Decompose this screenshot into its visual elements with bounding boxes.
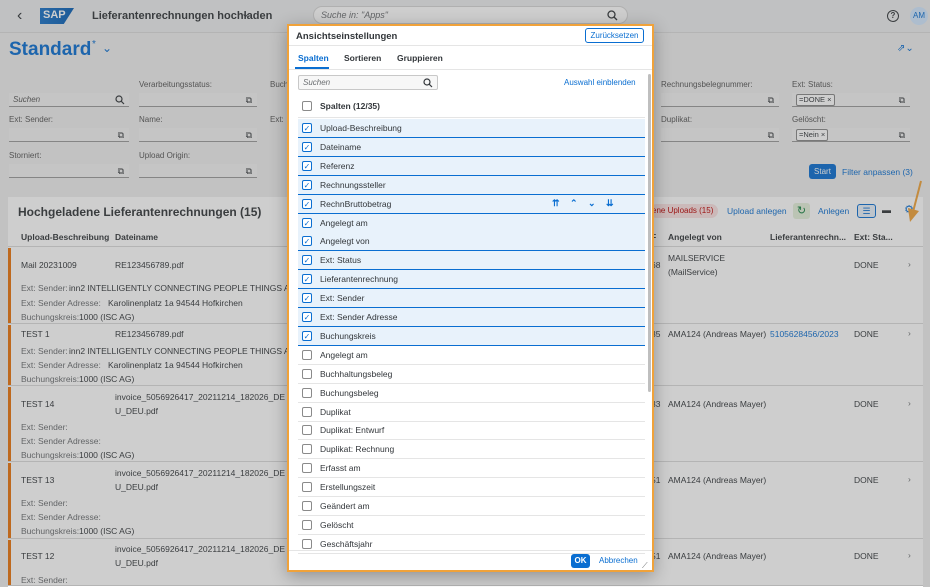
view-settings-dialog: Ansichtseinstellungen Zurücksetzen Spalt…: [287, 24, 654, 572]
dialog-search-input[interactable]: Suchen: [298, 75, 438, 90]
column-option-row[interactable]: Duplikat: Entwurf: [298, 421, 645, 441]
move-to-top-icon[interactable]: ⇈: [552, 198, 560, 209]
reset-label: Zurücksetzen: [590, 31, 639, 40]
column-option-checkbox[interactable]: [302, 501, 312, 511]
cancel-button[interactable]: Abbrechen: [599, 556, 638, 565]
column-option-checkbox[interactable]: ✓: [302, 198, 312, 209]
column-option-label: Angelegt am: [320, 217, 368, 228]
tab-spalten-underline: [295, 67, 329, 69]
tab-gruppieren[interactable]: Gruppieren: [397, 53, 443, 63]
column-option-checkbox[interactable]: ✓: [302, 293, 312, 304]
column-option-checkbox[interactable]: ✓: [302, 312, 312, 322]
ok-button[interactable]: OK: [571, 554, 590, 568]
column-option-label: Angelegt am: [320, 349, 368, 360]
column-option-label: Duplikat: Rechnung: [320, 444, 395, 455]
column-option-checkbox[interactable]: ✓: [302, 160, 312, 171]
column-option-row[interactable]: Duplikat: Rechnung: [298, 440, 645, 460]
column-option-checkbox[interactable]: [302, 482, 312, 493]
column-option-checkbox[interactable]: [302, 538, 312, 549]
column-option-checkbox[interactable]: [302, 425, 312, 436]
column-option-checkbox[interactable]: ✓: [302, 255, 312, 266]
column-option-label: RechnBruttobetrag: [320, 198, 392, 209]
column-option-row[interactable]: ✓ Angelegt von: [298, 232, 645, 252]
column-option-checkbox[interactable]: [302, 444, 312, 455]
column-option-row[interactable]: Buchungsbeleg: [298, 384, 645, 403]
move-up-icon[interactable]: ⌃: [570, 198, 578, 209]
select-all-checkbox[interactable]: [302, 101, 312, 111]
column-option-label: Angelegt von: [320, 236, 370, 247]
column-option-checkbox[interactable]: [302, 387, 312, 398]
column-option-row[interactable]: ✓ Rechnungssteller: [298, 175, 645, 195]
column-option-checkbox[interactable]: [302, 406, 312, 417]
column-option-checkbox[interactable]: [302, 368, 312, 379]
show-selected-button[interactable]: Auswahl einblenden: [564, 78, 636, 87]
dialog-header: Ansichtseinstellungen Zurücksetzen: [289, 26, 652, 46]
column-option-label: Geändert am: [320, 501, 370, 511]
dialog-search-placeholder: Suchen: [303, 78, 331, 87]
select-all-label: Spalten (12/35): [320, 101, 380, 111]
column-option-row[interactable]: Duplikat: [298, 403, 645, 422]
column-option-row[interactable]: Buchhaltungsbeleg: [298, 365, 645, 384]
column-option-checkbox[interactable]: [302, 349, 312, 360]
column-option-checkbox[interactable]: ✓: [302, 274, 312, 285]
column-option-checkbox[interactable]: ✓: [302, 236, 312, 247]
column-option-row[interactable]: Erstellungszeit: [298, 478, 645, 498]
column-option-label: Upload-Beschreibung: [320, 123, 402, 133]
column-option-row[interactable]: ✓ Ext: Sender Adresse: [298, 308, 645, 327]
dialog-scrollbar[interactable]: [648, 74, 651, 392]
column-option-row[interactable]: ✓ Angelegt am: [298, 213, 645, 233]
column-option-row[interactable]: Erfasst am: [298, 459, 645, 479]
select-all-row[interactable]: Spalten (12/35): [298, 97, 645, 118]
column-option-checkbox[interactable]: ✓: [302, 330, 312, 341]
tab-sortieren[interactable]: Sortieren: [344, 53, 381, 63]
column-option-row[interactable]: Gelöscht: [298, 516, 645, 535]
column-option-label: Gelöscht: [320, 519, 354, 530]
column-option-label: Buchhaltungsbeleg: [320, 368, 393, 379]
tab-spalten[interactable]: Spalten: [298, 53, 329, 63]
column-option-row[interactable]: ✓ Upload-Beschreibung: [298, 119, 645, 138]
column-option-row[interactable]: Geändert am: [298, 497, 645, 516]
column-option-label: Lieferantenrechnung: [320, 274, 398, 285]
column-option-label: Buchungsbeleg: [320, 387, 379, 398]
column-option-row[interactable]: ✓ Dateiname: [298, 137, 645, 157]
ok-label: OK: [574, 556, 587, 565]
column-option-checkbox[interactable]: ✓: [302, 179, 312, 190]
column-option-checkbox[interactable]: [302, 463, 312, 474]
column-option-label: Erfasst am: [320, 463, 361, 474]
column-option-label: Duplikat: [320, 406, 351, 417]
column-option-label: Dateiname: [320, 141, 362, 152]
move-down-icon[interactable]: ⌄: [588, 198, 596, 209]
dialog-tabbar: Spalten Sortieren Gruppieren: [289, 46, 652, 70]
dialog-footer: OK Abbrechen ⟋: [289, 550, 652, 570]
column-option-row[interactable]: ✓ Buchungskreis: [298, 326, 645, 346]
column-option-label: Ext: Sender: [320, 293, 365, 304]
column-option-label: Ext: Sender Adresse: [320, 312, 398, 322]
move-to-bottom-icon[interactable]: ⇊: [606, 198, 614, 209]
column-option-checkbox[interactable]: ✓: [302, 123, 312, 133]
column-option-label: Buchungskreis: [320, 330, 376, 341]
dialog-title: Ansichtseinstellungen: [296, 31, 398, 42]
column-option-label: Duplikat: Entwurf: [320, 425, 385, 436]
column-option-checkbox[interactable]: ✓: [302, 217, 312, 228]
column-option-row[interactable]: ✓ Ext: Status: [298, 251, 645, 271]
column-option-row[interactable]: ✓ Lieferantenrechnung: [298, 270, 645, 290]
reset-button[interactable]: Zurücksetzen: [585, 28, 644, 43]
column-option-row[interactable]: ✓ Referenz: [298, 156, 645, 176]
column-option-row[interactable]: Angelegt am: [298, 346, 645, 365]
column-option-row[interactable]: ✓ Ext: Sender: [298, 289, 645, 309]
search-icon[interactable]: [423, 78, 433, 88]
column-option-label: Referenz: [320, 160, 355, 171]
column-option-row[interactable]: ✓ RechnBruttobetrag ⇈ ⌃ ⌄ ⇊: [298, 194, 645, 214]
resize-handle-icon[interactable]: ⟋: [642, 561, 648, 571]
column-option-label: Ext: Status: [320, 255, 362, 266]
column-option-label: Geschäftsjahr: [320, 538, 373, 549]
column-option-checkbox[interactable]: [302, 519, 312, 530]
column-option-checkbox[interactable]: ✓: [302, 141, 312, 152]
column-option-label: Erstellungszeit: [320, 482, 376, 493]
column-option-label: Rechnungssteller: [320, 179, 386, 190]
